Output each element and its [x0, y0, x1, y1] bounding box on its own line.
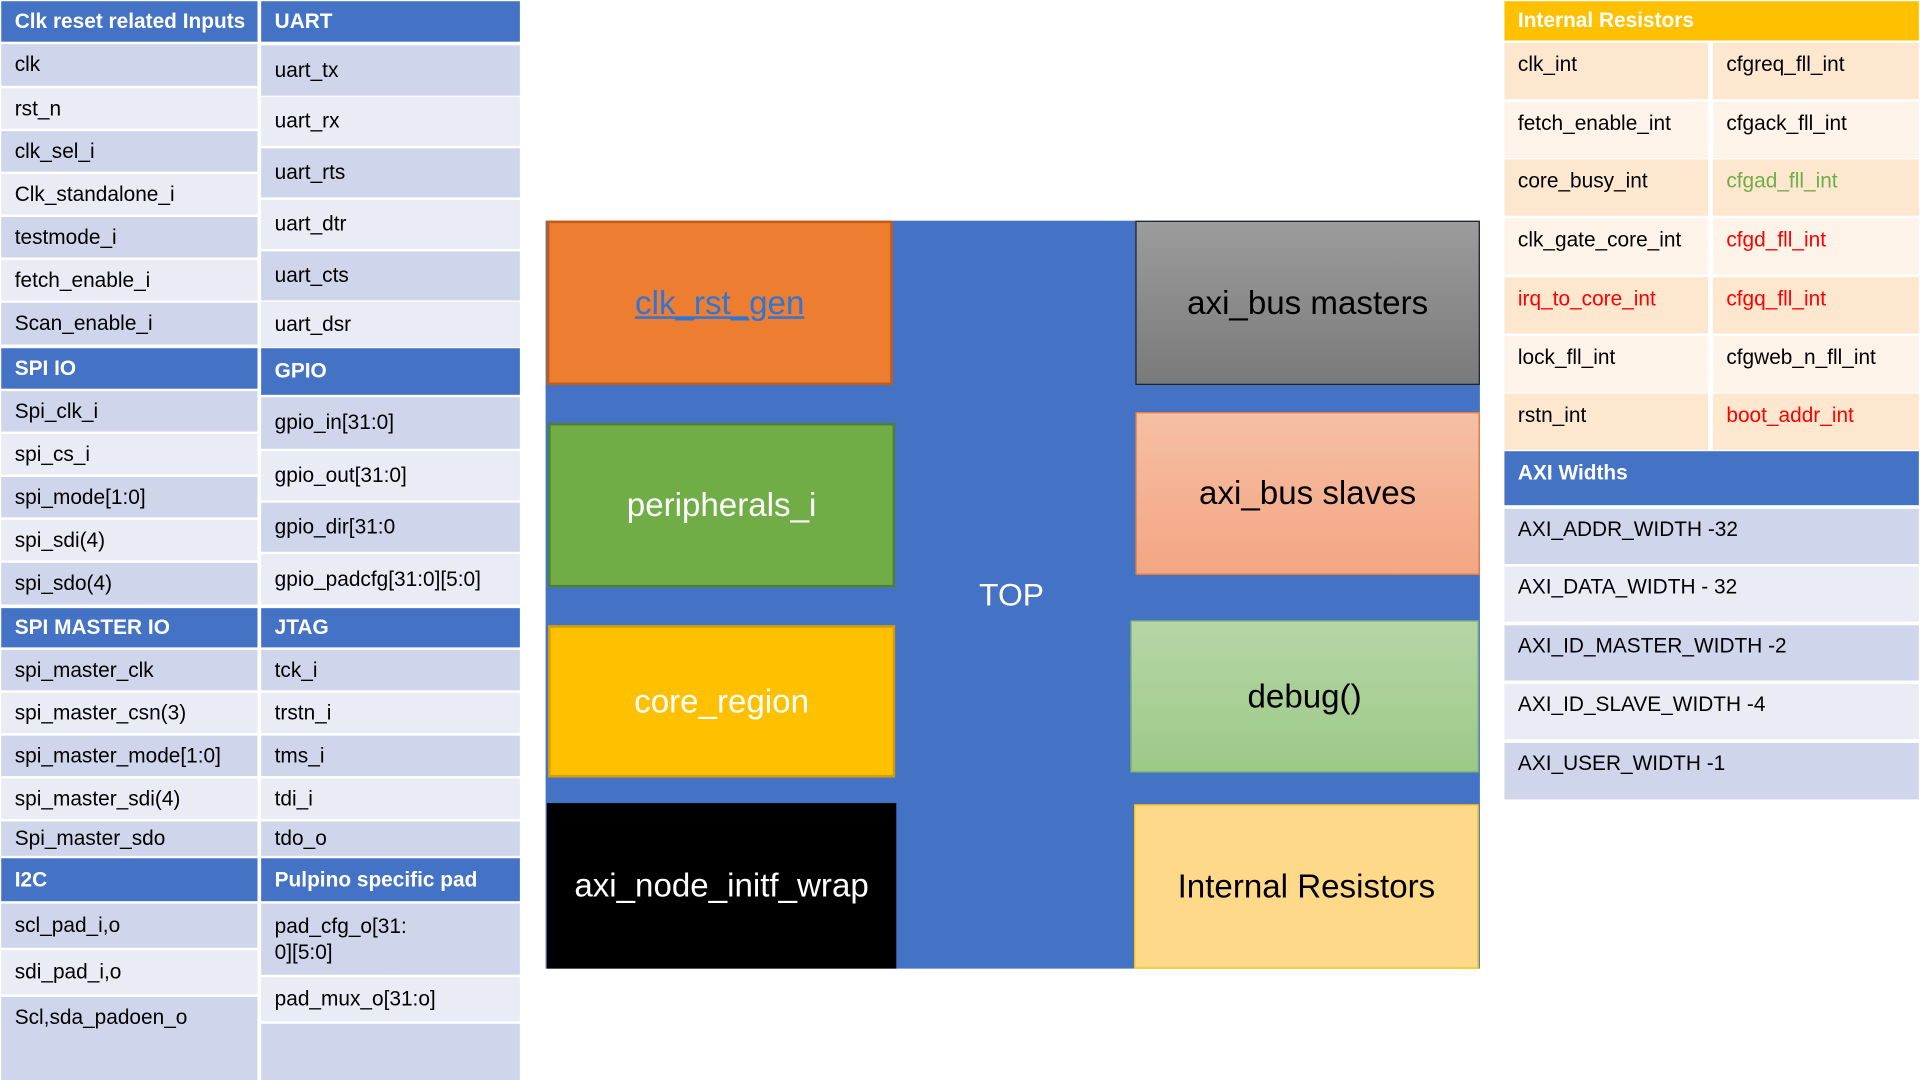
block-label: clk_rst_gen: [635, 283, 805, 321]
signal-cell: uart_rx: [261, 96, 520, 146]
signal-cell: uart_dsr: [261, 301, 520, 347]
table-header-spi-master: SPI MASTER IO: [1, 608, 258, 648]
pulpino-top-diagram: Clk reset related Inputs clk rst_n clk_sel_…: [0, 0, 1920, 1080]
table-header-pulpino: Pulpino specific pad: [261, 858, 520, 902]
table-header-jtag: JTAG: [261, 608, 520, 648]
table-header-gpio: GPIO: [261, 348, 520, 395]
signal-cell: trstn_i: [261, 692, 520, 734]
top-label: TOP: [979, 576, 1045, 614]
signal-cell: gpio_padcfg[31:0][5:0]: [261, 554, 520, 605]
signal-cell: fetch_enable_i: [1, 259, 258, 301]
signal-cell: Spi_master_sdo: [1, 821, 258, 856]
axi-masters-block: axi_bus masters: [1135, 220, 1480, 385]
signal-cell: uart_cts: [261, 251, 520, 301]
signal-cell: testmode_i: [1, 217, 258, 258]
signal-cell: tck_i: [261, 649, 520, 691]
signal-cell: gpio_dir[31:0: [261, 502, 520, 552]
internal-resistors-block: Internal Resistors: [1134, 804, 1479, 969]
signal-cell: spi_master_csn(3): [1, 692, 258, 734]
signal-cell: gpio_in[31:0]: [261, 397, 520, 449]
signal-cell: spi_sdi(4): [1, 519, 258, 561]
signal-cell: spi_master_clk: [1, 649, 258, 691]
axi-width-cell: AXI_USER_WIDTH -1: [1504, 743, 1919, 800]
table-header-clk-reset: Clk reset related Inputs: [1, 1, 258, 42]
signal-cell: spi_cs_i: [1, 434, 258, 475]
resistor-cell: clk_gate_core_int: [1504, 218, 1708, 275]
signal-cell: clk_sel_i: [1, 131, 258, 172]
signal-cell: Clk_standalone_i: [1, 174, 258, 215]
axi-width-cell: AXI_ID_MASTER_WIDTH -2: [1504, 625, 1919, 681]
table-header-uart: UART: [261, 1, 520, 42]
signal-cell: Scl,sda_padoen_o: [1, 996, 258, 1080]
peripherals-block: peripherals_i: [548, 423, 896, 588]
axi-slaves-block: axi_bus slaves: [1135, 411, 1480, 576]
signal-cell: sdi_pad_i,o: [1, 950, 258, 995]
axi-width-cell: AXI_ADDR_WIDTH -32: [1504, 508, 1919, 565]
resistor-cell: irq_to_core_int: [1504, 277, 1708, 334]
signal-cell: pad_mux_o[31:o]: [261, 977, 520, 1022]
signal-cell: spi_master_sdi(4): [1, 778, 258, 820]
signal-cell: uart_rts: [261, 148, 520, 198]
signal-cell: uart_dtr: [261, 199, 520, 249]
resistor-cell: cfgack_fll_int: [1712, 101, 1919, 159]
block-label: core_region: [634, 682, 809, 720]
signal-cell: rst_n: [1, 88, 258, 129]
signal-cell: spi_sdo(4): [1, 562, 258, 605]
resistor-cell: rstn_int: [1504, 393, 1708, 450]
block-label: axi_node_initf_wrap: [574, 866, 869, 904]
block-label: Internal Resistors: [1177, 867, 1436, 905]
table-header-spi-io: SPI IO: [1, 348, 258, 389]
resistor-cell: cfgad_fll_int: [1712, 159, 1919, 216]
core-region-block: core_region: [548, 625, 896, 778]
axi-width-cell: AXI_ID_SLAVE_WIDTH -4: [1504, 684, 1919, 740]
signal-cell: spi_master_mode[1:0]: [1, 735, 258, 777]
resistor-cell: cfgd_fll_int: [1712, 218, 1919, 275]
signal-cell: uart_tx: [261, 45, 520, 96]
resistor-cell: boot_addr_int: [1712, 393, 1919, 450]
debug-block: debug(): [1130, 620, 1479, 773]
block-label: axi_bus slaves: [1199, 474, 1417, 512]
resistor-cell: cfgreq_fll_int: [1712, 42, 1919, 100]
table-header-internal-resistors: Internal Resistors: [1504, 1, 1919, 41]
resistor-cell: cfgq_fll_int: [1712, 277, 1919, 334]
signal-cell: tdo_o: [261, 821, 520, 856]
block-label: axi_bus masters: [1187, 283, 1429, 321]
block-label: debug(): [1247, 677, 1362, 715]
axi-node-block: axi_node_initf_wrap: [546, 803, 897, 969]
signal-cell: clk: [1, 44, 258, 86]
signal-cell: spi_mode[1:0]: [1, 476, 258, 518]
signal-cell: [261, 1023, 520, 1080]
signal-cell: Scan_enable_i: [1, 302, 258, 345]
resistor-cell: lock_fll_int: [1504, 335, 1708, 393]
signal-cell: tms_i: [261, 735, 520, 777]
signal-cell: gpio_out[31:0]: [261, 451, 520, 501]
signal-cell: scl_pad_i,o: [1, 903, 258, 948]
signal-cell: tdi_i: [261, 778, 520, 820]
table-header-axi-widths: AXI Widths: [1504, 451, 1919, 506]
resistor-cell: fetch_enable_int: [1504, 101, 1708, 159]
clk-rst-gen-block[interactable]: clk_rst_gen: [546, 220, 893, 385]
block-label: peripherals_i: [626, 486, 817, 523]
resistor-cell: core_busy_int: [1504, 159, 1708, 216]
signal-cell: Spi_clk_i: [1, 391, 258, 432]
resistor-cell: cfgweb_n_fll_int: [1712, 335, 1919, 393]
signal-cell: pad_cfg_o[31: 0][5:0]: [261, 903, 520, 975]
resistor-cell: clk_int: [1504, 42, 1708, 100]
table-header-i2c: I2C: [1, 858, 258, 902]
axi-width-cell: AXI_DATA_WIDTH - 32: [1504, 566, 1919, 622]
